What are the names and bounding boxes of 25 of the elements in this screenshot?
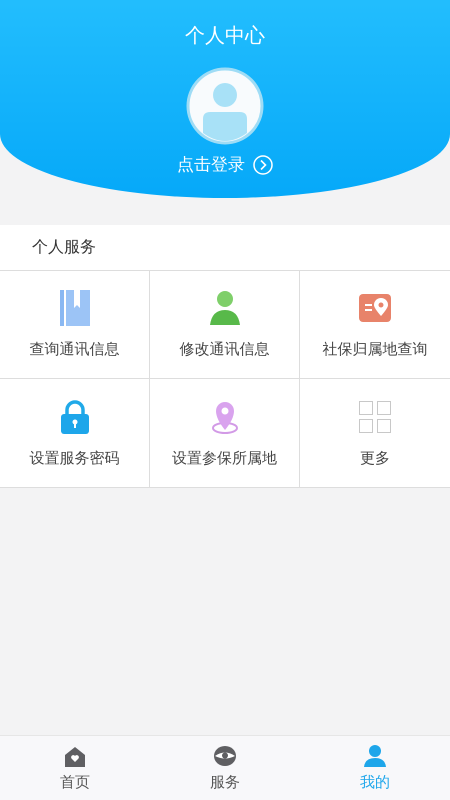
service-label: 社保归属地查询 — [322, 340, 428, 359]
avatar-icon — [186, 67, 264, 145]
service-item[interactable]: 设置参保所属地 — [150, 379, 300, 487]
service-label: 修改通讯信息 — [180, 340, 270, 359]
tab[interactable]: 首页 — [0, 736, 150, 800]
service-item[interactable]: 查询通讯信息 — [0, 271, 150, 379]
service-label: 设置参保所属地 — [172, 448, 277, 468]
service-item[interactable]: 设置服务密码 — [0, 379, 150, 487]
house-icon — [63, 744, 87, 766]
book-icon — [60, 290, 90, 326]
section-title: 个人服务 — [32, 237, 96, 258]
lock-icon — [60, 398, 88, 434]
service-item[interactable]: 社保归属地查询 — [300, 271, 450, 379]
service-item[interactable]: 更多 — [300, 379, 450, 487]
grid-icon — [359, 398, 391, 434]
page-title: 个人中心 — [185, 22, 265, 49]
person-icon — [210, 290, 240, 326]
service-label: 更多 — [360, 448, 390, 468]
service-item[interactable]: 修改通讯信息 — [150, 271, 300, 379]
user-icon — [363, 744, 387, 766]
tab[interactable]: 服务 — [150, 736, 300, 800]
eye-icon — [213, 744, 237, 766]
service-label: 查询通讯信息 — [30, 340, 120, 359]
chevron-right-icon — [253, 154, 273, 174]
service-label: 设置服务密码 — [30, 448, 120, 468]
